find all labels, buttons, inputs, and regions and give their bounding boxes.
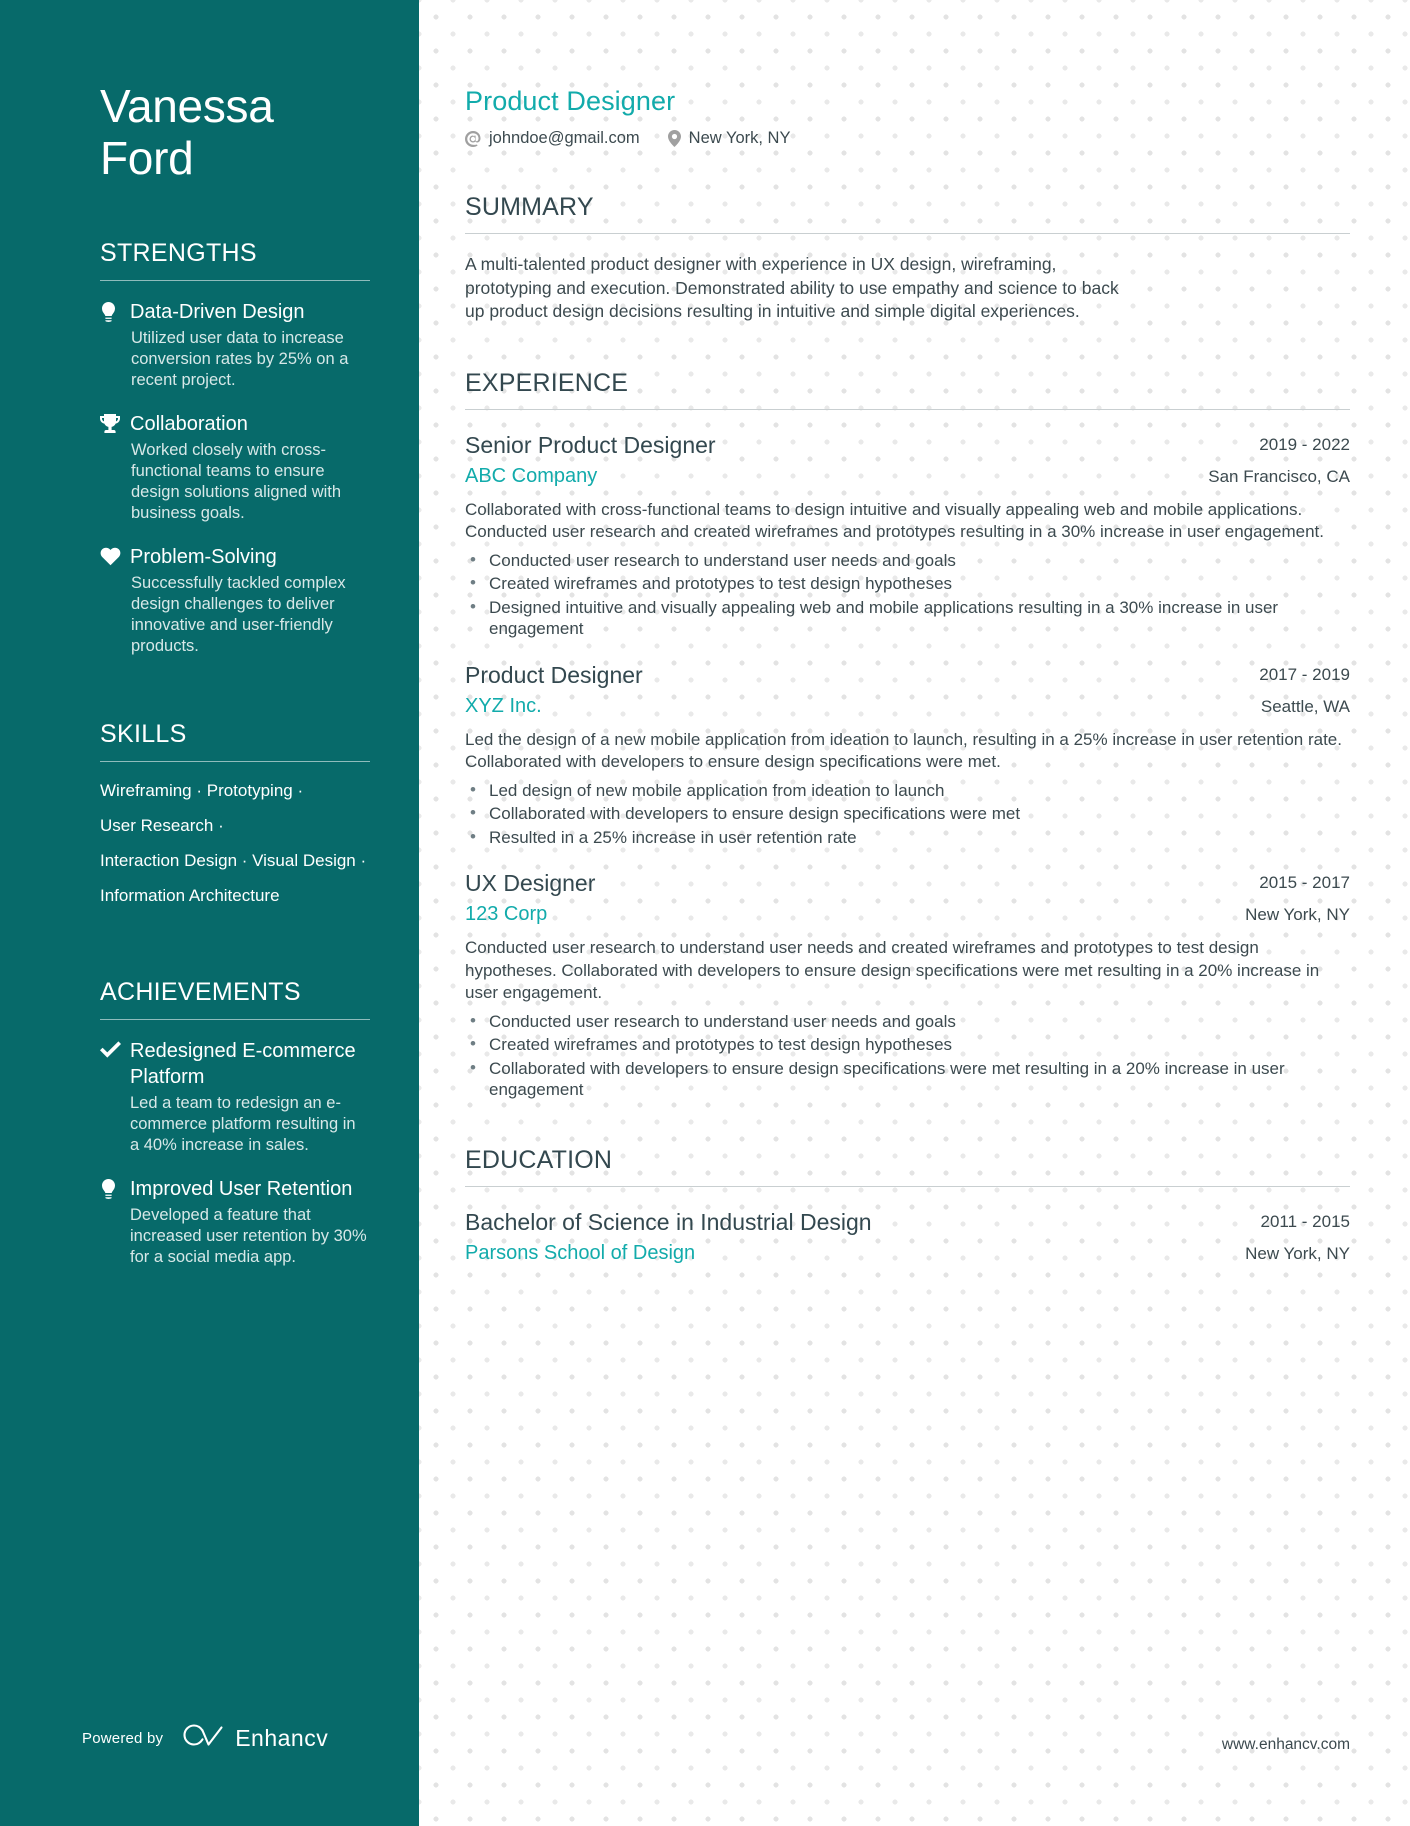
first-name: Vanessa (100, 80, 274, 132)
experience-company: 123 Corp (465, 903, 548, 925)
experience-company: XYZ Inc. (465, 694, 542, 717)
experience-description: Conducted user research to understand us… (465, 938, 1320, 1002)
education-degree: Bachelor of Science in Industrial Design (465, 1208, 872, 1235)
bullet-item: Conducted user research to understand us… (465, 549, 1350, 572)
experience-role: Senior Product Designer (465, 431, 716, 458)
experience-location: New York, NY (1245, 905, 1350, 924)
contact-row: johndoe@gmail.com New York, NY (465, 129, 1350, 148)
main-content: Product Designer johndoe@gmail.com New Y… (419, 0, 1410, 1826)
education-section: EDUCATION Bachelor of Science in Industr… (465, 1145, 1350, 1266)
strengths-divider (100, 280, 370, 281)
skills-section: SKILLS Wireframing · Prototyping · User … (0, 719, 419, 907)
strength-title: Data-Driven Design (130, 301, 305, 323)
enhancv-infinity-logo (181, 1723, 225, 1754)
enhancv-wordmark: Enhancv (235, 1725, 329, 1751)
summary-divider (465, 233, 1350, 234)
experience-heading: EXPERIENCE (465, 368, 629, 397)
lightbulb-icon (100, 299, 130, 391)
experience-bullets: Conducted user research to understand us… (465, 1010, 1350, 1101)
summary-heading: SUMMARY (465, 193, 594, 221)
education-location: New York, NY (1245, 1243, 1350, 1263)
contact-email[interactable]: johndoe@gmail.com (465, 129, 640, 148)
resume-page: Vanessa Ford STRENGTHS Data-Driven Desig… (0, 0, 1410, 1826)
last-name: Ford (100, 132, 194, 184)
achievements-divider (100, 1019, 370, 1020)
page-title: Product Designer (465, 86, 676, 116)
experience-location: Seattle, WA (1260, 696, 1350, 716)
bullet-item: Created wireframes and prototypes to tes… (465, 1033, 1350, 1056)
candidate-name: Vanessa Ford (0, 0, 419, 184)
education-school: Parsons School of Design (465, 1241, 696, 1264)
education-heading: EDUCATION (465, 1145, 613, 1174)
achievement-item: Redesigned E-commerce Platform Led a tea… (100, 1038, 369, 1156)
achievements-heading: ACHIEVEMENTS (100, 978, 301, 1006)
bullet-item: Collaborated with developers to ensure d… (465, 1057, 1350, 1101)
achievement-description: Led a team to redesign an e-commerce pla… (130, 1094, 356, 1154)
achievement-description: Developed a feature that increased user … (130, 1206, 367, 1266)
skill-line: Interaction Design · Visual Design · (100, 851, 367, 870)
experience-entry: Product Designer 2017 - 2019 XYZ Inc. Se… (465, 660, 1350, 849)
skills-heading: SKILLS (100, 720, 187, 748)
skill-line: Wireframing · Prototyping · (100, 781, 304, 800)
location-pin-icon (667, 130, 681, 147)
achievement-title: Improved User Retention (130, 1178, 353, 1200)
experience-description: Collaborated with cross-functional teams… (465, 499, 1324, 542)
contact-email-text: johndoe@gmail.com (489, 129, 640, 147)
strength-description: Successfully tackled complex design chal… (131, 574, 346, 655)
bullet-item: Collaborated with developers to ensure d… (465, 802, 1350, 825)
experience-section: EXPERIENCE Senior Product Designer 2019 … (465, 368, 1350, 1101)
experience-bullets: Led design of new mobile application fro… (465, 779, 1350, 849)
bullet-item: Conducted user research to understand us… (465, 1010, 1350, 1033)
experience-entry: Senior Product Designer 2019 - 2022 ABC … (465, 430, 1350, 640)
check-icon (100, 1038, 130, 1156)
strengths-heading: STRENGTHS (100, 239, 257, 267)
strengths-section: STRENGTHS Data-Driven Design Utilized us… (0, 238, 419, 657)
bullet-item: Led design of new mobile application fro… (465, 779, 1350, 802)
skills-divider (100, 761, 370, 762)
skill-line: User Research · (100, 816, 224, 835)
achievement-title: Redesigned E-commerce Platform (130, 1040, 356, 1088)
experience-location: San Francisco, CA (1208, 466, 1350, 486)
strength-title: Problem-Solving (130, 546, 277, 568)
experience-company: ABC Company (465, 464, 598, 487)
at-icon (465, 130, 481, 147)
trophy-icon (100, 411, 130, 524)
strength-description: Utilized user data to increase conversio… (131, 329, 349, 389)
lightbulb-icon (100, 1176, 130, 1268)
experience-bullets: Conducted user research to understand us… (465, 549, 1350, 640)
experience-entry: UX Designer 2015 - 2017 123 Corp New Yor… (465, 868, 1350, 1101)
bullet-item: Created wireframes and prototypes to tes… (465, 572, 1350, 595)
strength-title: Collaboration (130, 413, 248, 435)
summary-text: A multi-talented product designer with e… (465, 254, 1119, 321)
strength-item: Collaboration Worked closely with cross-… (100, 411, 369, 524)
enhancv-logo: Enhancv (181, 1723, 328, 1754)
achievements-section: ACHIEVEMENTS Redesigned E-commerce Platf… (0, 977, 419, 1268)
achievement-item: Improved User Retention Developed a feat… (100, 1176, 369, 1268)
strength-item: Data-Driven Design Utilized user data to… (100, 299, 369, 391)
strength-description: Worked closely with cross-functional tea… (131, 441, 342, 522)
website-url[interactable]: www.enhancv.com (1222, 1736, 1350, 1754)
sidebar: Vanessa Ford STRENGTHS Data-Driven Desig… (0, 0, 419, 1826)
education-divider (465, 1185, 1350, 1187)
experience-divider (465, 408, 1350, 410)
contact-location-text: New York, NY (688, 129, 791, 147)
experience-date: 2015 - 2017 (1259, 873, 1350, 892)
bullet-item: Resulted in a 25% increase in user reten… (465, 826, 1350, 849)
powered-by-label: Powered by (82, 1730, 164, 1747)
education-entry: Bachelor of Science in Industrial Design… (465, 1207, 1350, 1266)
skill-line: Information Architecture (100, 886, 280, 905)
powered-by-footer: Powered by Enhancv (82, 1723, 328, 1754)
strength-item: Problem-Solving Successfully tackled com… (100, 544, 369, 657)
education-date: 2011 - 2015 (1260, 1211, 1350, 1231)
experience-date: 2019 - 2022 (1259, 434, 1350, 454)
bullet-item: Designed intuitive and visually appealin… (465, 596, 1350, 640)
contact-location: New York, NY (667, 129, 791, 148)
experience-description: Led the design of a new mobile applicati… (465, 729, 1342, 772)
summary-section: SUMMARY A multi-talented product designe… (465, 192, 1350, 324)
experience-role: UX Designer (465, 870, 596, 896)
experience-date: 2017 - 2019 (1259, 664, 1350, 684)
heart-icon (100, 544, 130, 657)
experience-role: Product Designer (465, 661, 643, 688)
